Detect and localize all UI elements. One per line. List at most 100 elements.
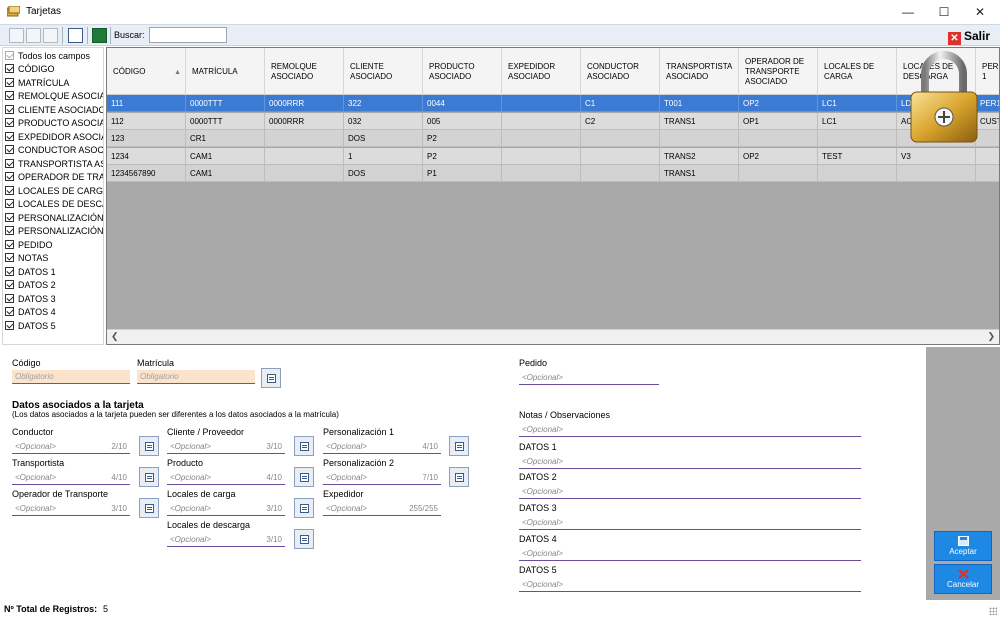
pers1-picker-button[interactable] (449, 436, 469, 456)
field-toggle[interactable]: LOCALES DE DESCARGA (5, 198, 103, 211)
search-input[interactable] (149, 27, 227, 43)
list-icon (300, 535, 309, 544)
field-toggle[interactable]: MATRÍCULA (5, 77, 69, 90)
exit-button[interactable]: ✕ Salir (948, 28, 990, 45)
field-toggle[interactable]: PRODUCTO ASOCIADO (5, 117, 103, 130)
field-toggle[interactable]: DATOS 2 (5, 279, 56, 292)
table-cell: P1 (423, 165, 502, 182)
field-toggle[interactable]: DATOS 5 (5, 320, 56, 333)
column-header[interactable]: OPERADOR DE TRANSPORTE ASOCIADO (739, 48, 818, 95)
column-header[interactable]: TRANSPORTISTA ASOCIADO (660, 48, 739, 95)
action-panel (926, 347, 1000, 600)
pers2-input[interactable]: <Opcional> 7/10 (323, 471, 441, 485)
new-record-icon[interactable] (9, 28, 24, 43)
edit-record-icon[interactable] (26, 28, 41, 43)
column-header[interactable]: PRODUCTO ASOCIADO (423, 48, 502, 95)
field-toggle[interactable]: CONDUCTOR ASOCIADO (5, 144, 103, 157)
table-cell: CR1 (186, 130, 265, 147)
transportista-input[interactable]: <Opcional> 4/10 (12, 471, 130, 485)
field-toggle[interactable]: EXPEDIDOR ASOCIADO (5, 131, 103, 144)
column-header[interactable]: MATRÍCULA (186, 48, 265, 95)
expedidor-input[interactable]: <Opcional> 255/255 (323, 502, 441, 516)
accept-button[interactable]: Aceptar (934, 531, 992, 561)
field-toggle[interactable]: DATOS 4 (5, 306, 56, 319)
checkbox-icon (5, 172, 14, 181)
operador-input[interactable]: <Opcional> 3/10 (12, 502, 130, 516)
horizontal-scrollbar[interactable]: ❮ ❯ (107, 329, 999, 344)
field-toggle[interactable]: LOCALES DE CARGA (5, 185, 103, 198)
field-toggle[interactable]: REMOLQUE ASOCIADO (5, 90, 103, 103)
table-row[interactable]: 111 0000TTT 0000RRR 322 0044 C1 T001 OP2 LC1 LD PE… (107, 95, 999, 112)
list-icon (300, 442, 309, 451)
column-header[interactable]: CÓDIGO ▲ (107, 48, 186, 95)
locales-descarga-picker-button[interactable] (294, 529, 314, 549)
checkbox-icon (5, 118, 14, 127)
pedido-input[interactable]: <Opcional> (519, 371, 659, 385)
datos5-input[interactable]: <Opcional> (519, 578, 861, 592)
save-icon (957, 536, 969, 546)
column-header[interactable]: EXPEDIDOR ASOCIADO (502, 48, 581, 95)
field-toggle[interactable]: PEDIDO (5, 239, 53, 252)
table-cell: 0000TTT (186, 112, 265, 130)
field-toggle[interactable]: PERSONALIZACIÓN 1 (5, 212, 103, 225)
locales-descarga-label: Locales de descarga (167, 520, 251, 530)
delete-record-icon[interactable] (43, 28, 58, 43)
list-icon (145, 473, 154, 482)
field-toggle[interactable]: OPERADOR DE TRANSPORTE (5, 171, 103, 184)
column-header[interactable]: LOCALES DE CARGA (818, 48, 897, 95)
close-button[interactable]: ✕ (957, 0, 1000, 24)
matricula-picker-button[interactable] (261, 368, 281, 388)
cancel-button[interactable]: Cancelar (934, 564, 992, 594)
field-toggle[interactable]: CÓDIGO (5, 63, 55, 76)
datos1-input[interactable]: <Opcional> (519, 455, 861, 469)
table-cell: TRANS2 (660, 147, 739, 165)
table-cell: T001 (660, 95, 739, 112)
field-toggle[interactable]: DATOS 3 (5, 293, 56, 306)
table-cell: TEST (818, 147, 897, 165)
field-toggle[interactable]: NOTAS (5, 252, 48, 265)
field-toggle[interactable]: DATOS 1 (5, 266, 56, 279)
table-row[interactable]: 1234 CAM1 1 P2 TRANS2 OP2 TEST V3 (107, 147, 999, 165)
cliente-input[interactable]: <Opcional> 3/10 (167, 440, 285, 454)
datos3-input[interactable]: <Opcional> (519, 516, 861, 530)
notas-input[interactable]: <Opcional> (519, 423, 861, 437)
column-header[interactable]: REMOLQUE ASOCIADO (265, 48, 344, 95)
table-row[interactable]: 123 CR1 DOS P2 (107, 130, 999, 147)
producto-input[interactable]: <Opcional> 4/10 (167, 471, 285, 485)
scroll-right-icon[interactable]: ❯ (987, 331, 995, 342)
field-toggle[interactable]: CLIENTE ASOCIADO (5, 104, 103, 117)
field-toggle[interactable]: TRANSPORTISTA ASOCIADO (5, 158, 103, 171)
datos4-input[interactable]: <Opcional> (519, 547, 861, 561)
datos1-label: DATOS 1 (519, 442, 557, 452)
list-icon (145, 442, 154, 451)
locales-carga-input[interactable]: <Opcional> 3/10 (167, 502, 285, 516)
codigo-input[interactable]: Obligatorio (12, 370, 130, 384)
table-cell: OP2 (739, 95, 818, 112)
conductor-input[interactable]: <Opcional> 2/10 (12, 440, 130, 454)
columns-icon[interactable] (68, 28, 83, 43)
pers1-input[interactable]: <Opcional> 4/10 (323, 440, 441, 454)
conductor-picker-button[interactable] (139, 436, 159, 456)
operador-picker-button[interactable] (139, 498, 159, 518)
excel-export-icon[interactable] (92, 28, 107, 43)
transportista-picker-button[interactable] (139, 467, 159, 487)
field-toggle[interactable]: PERSONALIZACIÓN 2 (5, 225, 103, 238)
table-row[interactable]: 1234567890 CAM1 DOS P1 TRANS1 (107, 165, 999, 182)
producto-picker-button[interactable] (294, 467, 314, 487)
matricula-input[interactable]: Obligatorio (137, 370, 255, 384)
scroll-left-icon[interactable]: ❮ (111, 331, 119, 342)
column-header[interactable]: CLIENTE ASOCIADO (344, 48, 423, 95)
table-cell: LC1 (818, 95, 897, 112)
datos2-input[interactable]: <Opcional> (519, 485, 861, 499)
locales-descarga-input[interactable]: <Opcional> 3/10 (167, 533, 285, 547)
column-header[interactable]: CONDUCTOR ASOCIADO (581, 48, 660, 95)
locales-carga-picker-button[interactable] (294, 498, 314, 518)
pers2-picker-button[interactable] (449, 467, 469, 487)
resize-grip-icon[interactable] (989, 607, 997, 615)
total-records-count: 5 (103, 604, 109, 614)
cliente-picker-button[interactable] (294, 436, 314, 456)
char-counter: 255/255 (409, 504, 438, 513)
char-counter: 3/10 (266, 504, 282, 513)
select-all-fields[interactable]: Todos los campos (5, 50, 90, 63)
table-row[interactable]: 112 0000TTT 0000RRR 032 005 C2 TRANS1 OP1 LC1 AC C… (107, 112, 999, 130)
